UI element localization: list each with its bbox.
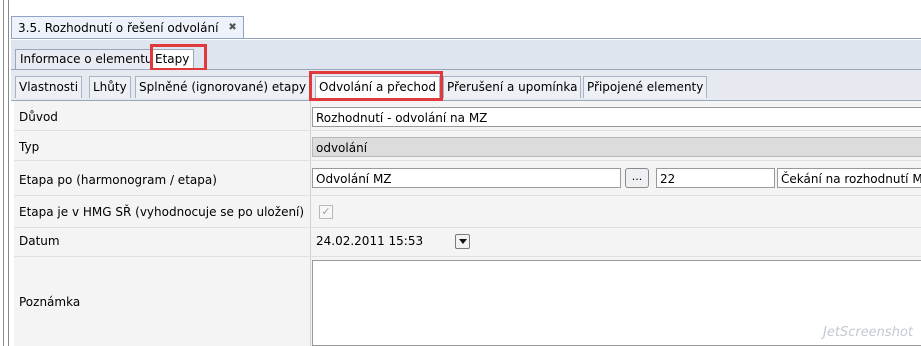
datum-dropdown-button[interactable]: [455, 234, 470, 249]
harmonogram-field[interactable]: Odvolání MZ: [312, 168, 621, 188]
tab-divider: [11, 38, 921, 39]
row-separator: [14, 160, 921, 161]
row-separator: [14, 195, 921, 196]
etapa-name-field[interactable]: Čekání na rozhodnutí MZ: [777, 168, 921, 188]
etapa-hmg-checkbox[interactable]: ✓: [319, 205, 333, 219]
typ-select[interactable]: odvolání: [312, 137, 921, 157]
document-tab[interactable]: 3.5. Rozhodnutí o řešení odvolání ✖: [11, 16, 244, 38]
primary-tab-bar: Informace o elementu Etapy: [11, 40, 921, 70]
tab-label: Odvolání a přechod: [319, 80, 436, 94]
tab-label: Etapy: [155, 52, 190, 66]
form-panel: Důvod Rozhodnutí - odvolání na MZ Typ od…: [14, 101, 921, 346]
document-tab-title: 3.5. Rozhodnutí o řešení odvolání: [18, 20, 219, 35]
tab-odvolani-a-prechod[interactable]: Odvolání a přechod: [315, 76, 440, 99]
tab-label: Informace o elementu: [20, 52, 153, 66]
tab-lhuty[interactable]: Lhůty: [89, 76, 131, 98]
browse-button[interactable]: ...: [625, 168, 649, 188]
row-separator: [14, 256, 921, 257]
etapa-number-field[interactable]: 22: [656, 168, 775, 188]
tab-etapy[interactable]: Etapy: [150, 49, 195, 70]
duvod-field[interactable]: Rozhodnutí - odvolání na MZ: [312, 107, 921, 127]
watermark: JetScreenshot: [823, 325, 913, 340]
tab-vlastnosti[interactable]: Vlastnosti: [15, 76, 83, 98]
field-label: Etapa po (harmonogram / etapa): [19, 173, 217, 187]
tab-label: Přerušení a upomínka: [447, 80, 578, 94]
tab-splnene-etapy[interactable]: Splněné (ignorované) etapy: [135, 76, 311, 98]
tab-preruseni-a-upominka[interactable]: Přerušení a upomínka: [443, 76, 582, 98]
tab-pripojene-elementy[interactable]: Připojené elementy: [583, 76, 708, 98]
tab-label: Splněné (ignorované) etapy: [139, 80, 307, 94]
tab-label: Připojené elementy: [587, 80, 704, 94]
field-label: Typ: [19, 140, 40, 154]
datum-value[interactable]: 24.02.2011 15:53: [316, 231, 423, 251]
field-label: Důvod: [19, 110, 58, 124]
field-label: Poznámka: [19, 295, 81, 309]
row-separator: [14, 227, 921, 228]
row-separator: [14, 130, 921, 131]
field-label: Etapa je v HMG SŘ (vyhodnocuje se po ulo…: [19, 205, 305, 219]
field-label: Datum: [19, 234, 60, 248]
tab-label: Vlastnosti: [19, 80, 79, 94]
tab-label: Lhůty: [93, 80, 127, 94]
tab-informace-o-elementu[interactable]: Informace o elementu: [15, 49, 158, 69]
window-frame-left: [3, 0, 9, 346]
secondary-tab-bar: Vlastnosti Lhůty Splněné (ignorované) et…: [11, 70, 921, 101]
row-poznamka: Poznámka: [14, 258, 921, 346]
close-icon[interactable]: ✖: [228, 22, 236, 33]
